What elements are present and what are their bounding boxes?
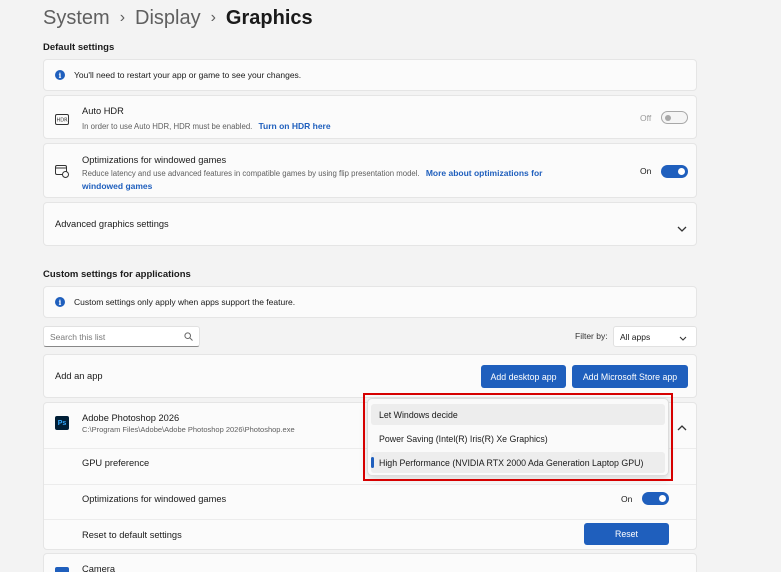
- camera-app-icon: [55, 567, 69, 572]
- windowed-games-title: Optimizations for windowed games: [82, 155, 227, 165]
- selection-indicator: [371, 457, 374, 468]
- chevron-right-icon: ›: [119, 9, 126, 26]
- gpu-option-high-performance[interactable]: High Performance (NVIDIA RTX 2000 Ada Ge…: [371, 452, 665, 473]
- divider: [44, 484, 696, 485]
- breadcrumb-system[interactable]: System: [43, 7, 110, 30]
- auto-hdr-toggle[interactable]: [661, 111, 688, 124]
- windowed-games-card: Optimizations for windowed games Reduce …: [43, 143, 697, 198]
- filter-value: All apps: [620, 331, 651, 342]
- chevron-down-icon: [679, 334, 687, 344]
- custom-notice-card: i Custom settings only apply when apps s…: [43, 286, 697, 318]
- search-icon: [184, 332, 193, 343]
- restart-notice-card: i You'll need to restart your app or gam…: [43, 59, 697, 91]
- filter-dropdown[interactable]: All apps: [613, 326, 697, 347]
- divider: [44, 519, 696, 520]
- windowed-games-toggle[interactable]: [661, 165, 688, 178]
- advanced-graphics-title: Advanced graphics settings: [55, 219, 169, 229]
- chevron-right-icon: ›: [210, 9, 216, 26]
- windowed-games-state: On: [640, 166, 652, 176]
- advanced-graphics-row[interactable]: Advanced graphics settings: [43, 202, 697, 246]
- auto-hdr-title: Auto HDR: [82, 106, 124, 116]
- gpu-preference-menu: Let Windows decide Power Saving (Intel(R…: [367, 398, 669, 476]
- auto-hdr-card: HDR Auto HDR In order to use Auto HDR, H…: [43, 95, 697, 139]
- add-app-card: Add an app Add desktop app Add Microsoft…: [43, 354, 697, 398]
- restart-notice-text: You'll need to restart your app or game …: [74, 70, 302, 80]
- windowed-games-link-1[interactable]: More about optimizations for: [426, 168, 543, 178]
- add-desktop-app-button[interactable]: Add desktop app: [481, 365, 566, 388]
- svg-text:HDR: HDR: [56, 118, 68, 124]
- breadcrumb: System › Display › Graphics: [43, 5, 313, 31]
- hdr-icon: HDR: [55, 112, 69, 125]
- app-name: Adobe Photoshop 2026: [82, 413, 180, 423]
- page-title: Graphics: [225, 6, 313, 29]
- custom-notice-text: Custom settings only apply when apps sup…: [74, 297, 296, 307]
- windowed-games-desc: Reduce latency and use advanced features…: [82, 167, 612, 193]
- info-icon: i: [55, 297, 65, 307]
- default-settings-heading: Default settings: [43, 42, 115, 53]
- app-windowed-games-label: Optimizations for windowed games: [82, 494, 227, 504]
- reset-default-label: Reset to default settings: [82, 530, 182, 540]
- game-window-icon: [55, 164, 69, 178]
- auto-hdr-desc-text: In order to use Auto HDR, HDR must be en…: [82, 122, 253, 131]
- chevron-up-icon[interactable]: [677, 419, 687, 437]
- camera-app-name: Camera: [82, 564, 116, 572]
- app-card-camera[interactable]: Camera: [43, 553, 697, 572]
- app-windowed-games-state: On: [621, 494, 633, 504]
- search-placeholder: Search this list: [50, 331, 106, 342]
- filter-label: Filter by:: [575, 331, 608, 341]
- info-icon: i: [55, 70, 65, 80]
- windowed-games-desc-text: Reduce latency and use advanced features…: [82, 169, 420, 178]
- gpu-preference-label: GPU preference: [82, 458, 150, 468]
- chevron-down-icon: [677, 220, 687, 238]
- custom-settings-heading: Custom settings for applications: [43, 269, 191, 280]
- auto-hdr-desc: In order to use Auto HDR, HDR must be en…: [82, 120, 331, 133]
- auto-hdr-state: Off: [640, 113, 652, 123]
- photoshop-app-icon: Ps: [55, 416, 69, 430]
- breadcrumb-display[interactable]: Display: [135, 7, 201, 30]
- reset-button[interactable]: Reset: [584, 523, 669, 545]
- add-app-label: Add an app: [55, 371, 103, 381]
- gpu-option-high-performance-label: High Performance (NVIDIA RTX 2000 Ada Ge…: [379, 457, 644, 468]
- gpu-option-power-saving[interactable]: Power Saving (Intel(R) Iris(R) Xe Graphi…: [371, 428, 665, 449]
- add-store-app-button[interactable]: Add Microsoft Store app: [572, 365, 688, 388]
- app-path: C:\Program Files\Adobe\Adobe Photoshop 2…: [82, 425, 295, 434]
- search-input[interactable]: Search this list: [43, 326, 200, 347]
- gpu-option-let-windows-decide[interactable]: Let Windows decide: [371, 404, 665, 425]
- turn-on-hdr-link[interactable]: Turn on HDR here: [259, 121, 331, 131]
- windowed-games-link-2[interactable]: windowed games: [82, 181, 152, 191]
- app-windowed-games-toggle[interactable]: [642, 492, 669, 505]
